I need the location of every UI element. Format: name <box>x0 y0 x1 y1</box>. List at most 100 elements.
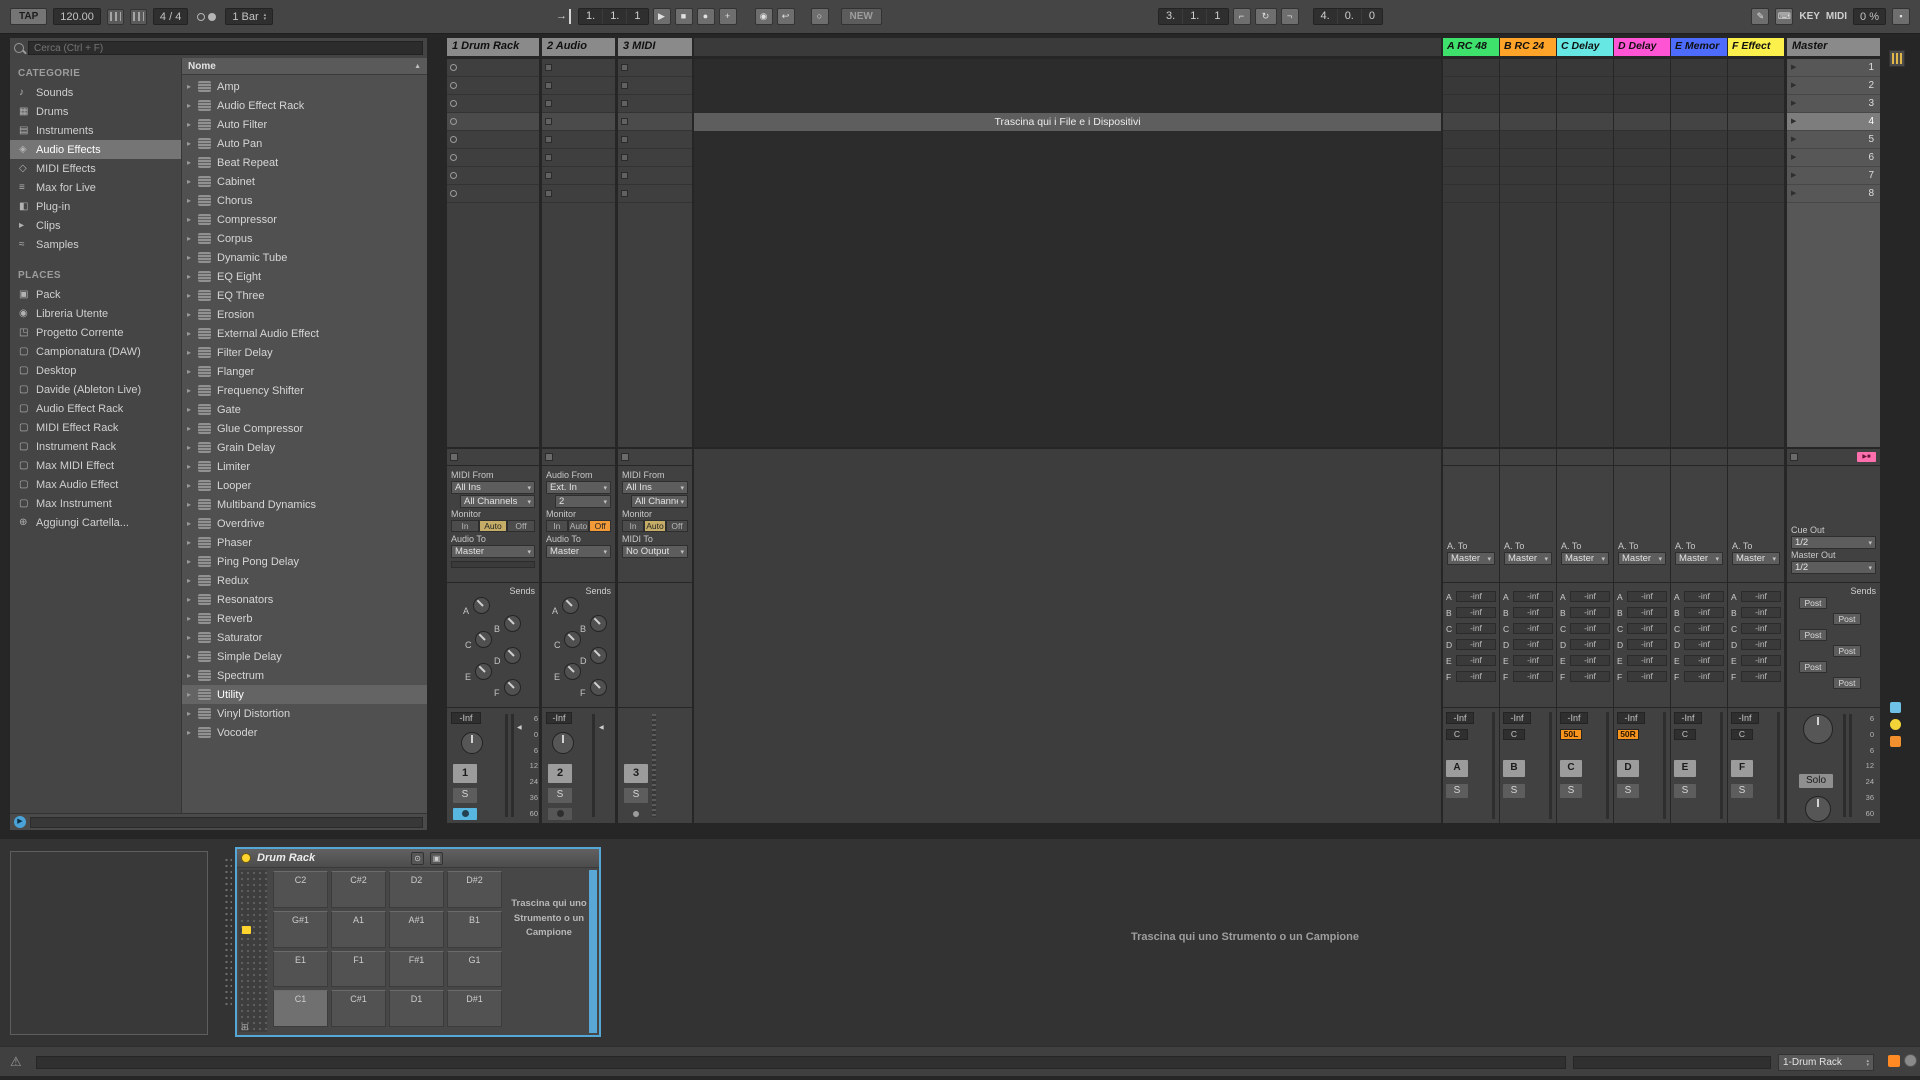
stop-button[interactable]: ■ <box>675 8 693 25</box>
sidebar-item-max-audio-effect[interactable]: ▢Max Audio Effect <box>10 475 181 494</box>
browser-device-auto-pan[interactable]: ▸Auto Pan <box>182 134 427 153</box>
browser-device-external-audio-effect[interactable]: ▸External Audio Effect <box>182 324 427 343</box>
expander-icon[interactable]: ▸ <box>187 291 198 300</box>
return-track-header[interactable]: F Effect <box>1728 38 1784 56</box>
send-knob-b[interactable] <box>590 615 607 632</box>
clip-slot[interactable] <box>1671 131 1727 149</box>
drum-pad-d-2[interactable]: D#2 <box>447 871 502 908</box>
input-channel-select[interactable]: All Channels▾ <box>460 495 535 508</box>
post-toggle-e[interactable]: Post <box>1799 661 1827 673</box>
post-toggle-a[interactable]: Post <box>1799 597 1827 609</box>
return-activator-button[interactable]: F <box>1731 760 1753 777</box>
browser-device-erosion[interactable]: ▸Erosion <box>182 305 427 324</box>
clip-slot[interactable] <box>1500 95 1556 113</box>
clip-slot[interactable] <box>1671 113 1727 131</box>
browser-device-flanger[interactable]: ▸Flanger <box>182 362 427 381</box>
return-pan-display[interactable]: C <box>1674 729 1696 740</box>
clip-slot[interactable] <box>618 113 692 131</box>
clip-slot[interactable] <box>542 167 615 185</box>
output-select[interactable]: Master▾ <box>451 545 535 558</box>
expander-icon[interactable]: ▸ <box>187 253 198 262</box>
arm-record-button[interactable] <box>633 811 639 817</box>
sidebar-item-instrument-rack[interactable]: ▢Instrument Rack <box>10 437 181 456</box>
stop-all-clips-button[interactable] <box>450 453 458 461</box>
clip-slot[interactable] <box>618 95 692 113</box>
drum-pad-e1[interactable]: E1 <box>273 951 328 988</box>
monitor-in-button[interactable]: In <box>546 520 568 532</box>
browser-device-limiter[interactable]: ▸Limiter <box>182 457 427 476</box>
sidebar-item-max-midi-effect[interactable]: ▢Max MIDI Effect <box>10 456 181 475</box>
browser-device-spectrum[interactable]: ▸Spectrum <box>182 666 427 685</box>
clip-slot[interactable] <box>447 95 539 113</box>
send-level[interactable]: -inf <box>1570 623 1610 634</box>
volume-display[interactable]: -Inf <box>451 712 481 724</box>
track-activator-button[interactable]: 1 <box>453 764 477 783</box>
send-knob-a[interactable] <box>473 597 490 614</box>
return-solo-button[interactable]: S <box>1617 784 1639 798</box>
device-activator-led[interactable] <box>241 853 251 863</box>
browser-device-glue-compressor[interactable]: ▸Glue Compressor <box>182 419 427 438</box>
send-level[interactable]: -inf <box>1627 639 1667 650</box>
clip-slot[interactable] <box>447 131 539 149</box>
return-volume-display[interactable]: -Inf <box>1617 712 1645 724</box>
drum-pad-f1[interactable]: F1 <box>331 951 386 988</box>
clip-slot[interactable] <box>1671 59 1727 77</box>
clip-slot[interactable] <box>1614 131 1670 149</box>
sidebar-item-progetto-corrente[interactable]: ◳Progetto Corrente <box>10 323 181 342</box>
browser-device-multiband-dynamics[interactable]: ▸Multiband Dynamics <box>182 495 427 514</box>
send-knob-d[interactable] <box>504 647 521 664</box>
sidebar-item-drums[interactable]: ▦Drums <box>10 102 181 121</box>
sidebar-item-desktop[interactable]: ▢Desktop <box>10 361 181 380</box>
loop-start-display[interactable]: 3.1.1 <box>1158 8 1229 25</box>
midi-map-button[interactable]: MIDI <box>1826 11 1847 22</box>
arm-record-button[interactable] <box>548 808 572 820</box>
send-level[interactable]: -inf <box>1741 671 1781 682</box>
send-level[interactable]: -inf <box>1456 623 1496 634</box>
browser-device-eq-eight[interactable]: ▸EQ Eight <box>182 267 427 286</box>
scene-row[interactable]: ▶7 <box>1787 167 1880 185</box>
device-title-bar[interactable]: Drum Rack ⊙ ▣ <box>237 849 599 868</box>
return-output-select[interactable]: Master▾ <box>1447 552 1495 565</box>
browser-device-utility[interactable]: ▸Utility <box>182 685 427 704</box>
send-level[interactable]: -inf <box>1570 591 1610 602</box>
monitor-auto-button[interactable]: Auto <box>644 520 666 532</box>
sidebar-item-max-instrument[interactable]: ▢Max Instrument <box>10 494 181 513</box>
clip-slot[interactable] <box>1443 185 1499 203</box>
send-level[interactable]: -inf <box>1684 671 1724 682</box>
scene-row[interactable]: ▶4 <box>1787 113 1880 131</box>
expander-icon[interactable]: ▸ <box>187 215 198 224</box>
return-track-header[interactable]: D Delay <box>1614 38 1670 56</box>
clip-slot[interactable] <box>542 77 615 95</box>
input-channel-select[interactable]: 2▾ <box>555 495 611 508</box>
browser-device-vocoder[interactable]: ▸Vocoder <box>182 723 427 742</box>
browser-device-compressor[interactable]: ▸Compressor <box>182 210 427 229</box>
browser-device-looper[interactable]: ▸Looper <box>182 476 427 495</box>
solo-button[interactable]: S <box>453 788 477 803</box>
send-knob-f[interactable] <box>504 679 521 696</box>
browser-device-dynamic-tube[interactable]: ▸Dynamic Tube <box>182 248 427 267</box>
monitor-auto-button[interactable]: Auto <box>479 520 507 532</box>
solo-button[interactable]: S <box>624 788 648 803</box>
sidebar-item-clips[interactable]: ▸Clips <box>10 216 181 235</box>
return-volume-display[interactable]: -Inf <box>1446 712 1474 724</box>
send-knob-e[interactable] <box>475 663 492 680</box>
return-activator-button[interactable]: B <box>1503 760 1525 777</box>
clip-slot[interactable] <box>1557 113 1613 131</box>
tap-tempo-button[interactable]: TAP <box>10 8 47 25</box>
expander-icon[interactable]: ▸ <box>187 158 198 167</box>
sidebar-item-pack[interactable]: ▣Pack <box>10 285 181 304</box>
return-output-select[interactable]: Master▾ <box>1618 552 1666 565</box>
send-level[interactable]: -inf <box>1741 607 1781 618</box>
return-output-select[interactable]: Master▾ <box>1561 552 1609 565</box>
sidebar-item-instruments[interactable]: ▤Instruments <box>10 121 181 140</box>
expander-icon[interactable]: ▸ <box>187 177 198 186</box>
clip-slot[interactable] <box>447 167 539 185</box>
browser-device-vinyl-distortion[interactable]: ▸Vinyl Distortion <box>182 704 427 723</box>
sidebar-item-sounds[interactable]: ♪Sounds <box>10 83 181 102</box>
browser-device-filter-delay[interactable]: ▸Filter Delay <box>182 343 427 362</box>
preview-speaker-icon[interactable]: ▶ <box>14 816 26 828</box>
clip-slot[interactable] <box>447 113 539 131</box>
master-solo-button[interactable]: Solo <box>1799 774 1833 788</box>
clip-slot[interactable] <box>1500 131 1556 149</box>
return-track-header[interactable]: C Delay <box>1557 38 1613 56</box>
